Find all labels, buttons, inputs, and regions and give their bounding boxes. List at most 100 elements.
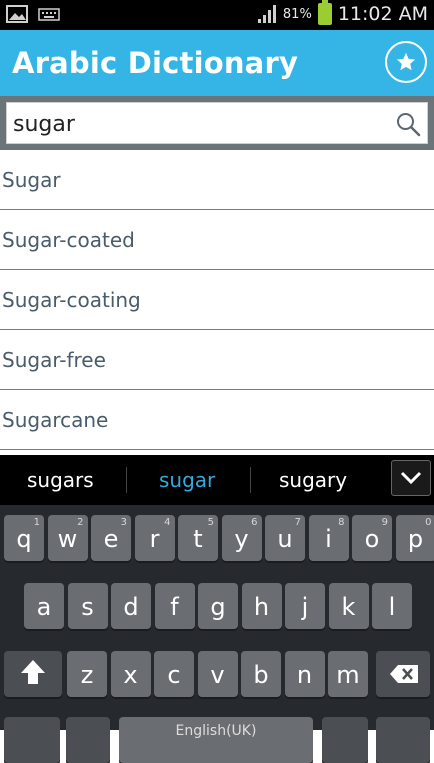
results-list: Sugar Sugar-coated Sugar-coating Sugar-f… [0, 150, 434, 450]
backspace-icon [376, 651, 430, 697]
key-a[interactable]: a [24, 583, 64, 629]
key-u[interactable]: u7 [265, 515, 305, 561]
key-hint: 9 [382, 517, 388, 528]
space-key[interactable]: English(UK) [119, 717, 313, 763]
status-bar: 81% 11:02 AM [0, 0, 434, 30]
key-hint: 2 [77, 517, 83, 528]
key-x[interactable]: x [111, 651, 151, 697]
punctuation-key[interactable] [322, 717, 368, 763]
key-label: l [372, 593, 412, 621]
key-label: x [111, 661, 151, 689]
key-e[interactable]: e3 [91, 515, 131, 561]
key-label: p [396, 525, 434, 553]
key-label: t [178, 525, 218, 553]
key-label: z [67, 661, 107, 689]
key-hint: 3 [121, 517, 127, 528]
search-box[interactable] [6, 102, 428, 144]
key-label: j [285, 593, 325, 621]
battery-percent: 81% [283, 7, 312, 22]
key-label: m [328, 661, 368, 689]
key-label: a [24, 593, 64, 621]
chevron-down-icon [400, 471, 422, 485]
key-hint: 5 [208, 517, 214, 528]
key-label: r [135, 525, 175, 553]
key-label: v [198, 661, 238, 689]
key-t[interactable]: t5 [178, 515, 218, 561]
key-o[interactable]: o9 [352, 515, 392, 561]
signal-icon [257, 4, 277, 24]
divider [126, 467, 127, 493]
favorites-button[interactable] [385, 41, 427, 83]
key-label: w [48, 525, 88, 553]
suggestion-item[interactable]: sugars [27, 468, 94, 492]
clock: 11:02 AM [338, 3, 428, 25]
soft-keyboard: sugars sugar sugary q1w2e3r4t5y6u7i8o9p0… [0, 455, 434, 730]
list-item[interactable]: Sugar [0, 150, 434, 210]
key-hint: 4 [164, 517, 170, 528]
search-bar [0, 96, 434, 150]
key-label: h [242, 593, 282, 621]
key-z[interactable]: z [67, 651, 107, 697]
key-label: d [111, 593, 151, 621]
divider [250, 467, 251, 493]
key-label: b [241, 661, 281, 689]
key-h[interactable]: h [242, 583, 282, 629]
key-s[interactable]: s [68, 583, 108, 629]
key-hint: 1 [34, 517, 40, 528]
key-g[interactable]: g [198, 583, 238, 629]
key-q[interactable]: q1 [4, 515, 44, 561]
list-item[interactable]: Sugar-coated [0, 210, 434, 270]
key-label: k [329, 593, 369, 621]
key-label: o [352, 525, 392, 553]
key-hint: 8 [338, 517, 344, 528]
star-icon [395, 51, 417, 73]
key-v[interactable]: v [198, 651, 238, 697]
search-icon[interactable] [395, 111, 421, 137]
key-r[interactable]: r4 [135, 515, 175, 561]
key-p[interactable]: p0 [396, 515, 434, 561]
app-bar: Arabic Dictionary [0, 30, 434, 96]
key-label: i [309, 525, 349, 553]
key-label: g [198, 593, 238, 621]
search-input[interactable] [13, 109, 383, 139]
key-hint: 7 [295, 517, 301, 528]
app-title: Arabic Dictionary [12, 46, 298, 80]
settings-key[interactable] [66, 717, 110, 763]
key-label: f [155, 593, 195, 621]
key-j[interactable]: j [285, 583, 325, 629]
key-hint: 0 [425, 517, 431, 528]
key-label: c [154, 661, 194, 689]
battery-icon [318, 3, 332, 25]
shift-key[interactable] [4, 651, 62, 697]
backspace-key[interactable] [376, 651, 430, 697]
key-label: English(UK) [119, 723, 313, 739]
key-k[interactable]: k [329, 583, 369, 629]
key-hint: 6 [251, 517, 257, 528]
enter-key[interactable] [376, 717, 430, 763]
shift-icon [4, 651, 62, 697]
key-i[interactable]: i8 [309, 515, 349, 561]
suggestion-bar: sugars sugar sugary [0, 455, 434, 505]
suggestion-item[interactable]: sugary [279, 468, 347, 492]
list-item[interactable]: Sugarcane [0, 390, 434, 450]
list-item[interactable]: Sugar-coating [0, 270, 434, 330]
collapse-suggestions-button[interactable] [391, 460, 431, 496]
key-f[interactable]: f [155, 583, 195, 629]
symbols-key[interactable] [4, 717, 60, 763]
keyboard-notification-icon [38, 6, 60, 22]
key-label: y [222, 525, 262, 553]
key-l[interactable]: l [372, 583, 412, 629]
suggestion-item-selected[interactable]: sugar [159, 468, 215, 492]
key-d[interactable]: d [111, 583, 151, 629]
list-item[interactable]: Sugar-free [0, 330, 434, 390]
key-label: e [91, 525, 131, 553]
key-label: s [68, 593, 108, 621]
key-b[interactable]: b [241, 651, 281, 697]
key-w[interactable]: w2 [48, 515, 88, 561]
key-m[interactable]: m [328, 651, 368, 697]
key-c[interactable]: c [154, 651, 194, 697]
key-label: q [4, 525, 44, 553]
key-n[interactable]: n [285, 651, 325, 697]
gallery-notification-icon [6, 5, 28, 23]
key-y[interactable]: y6 [222, 515, 262, 561]
